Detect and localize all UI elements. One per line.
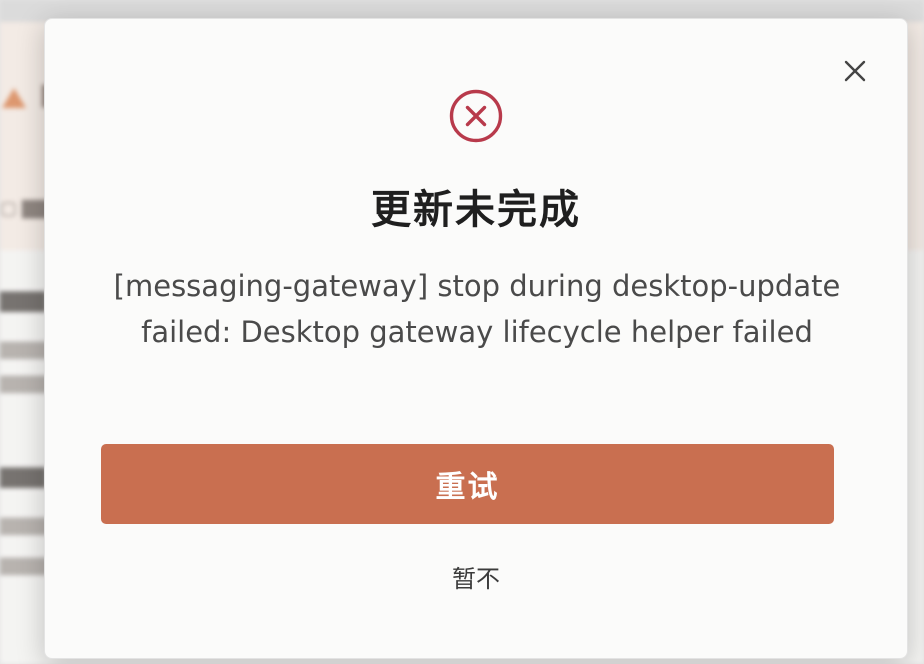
close-icon: [844, 60, 866, 82]
update-error-dialog: 更新未完成 [messaging-gateway] stop during de…: [44, 18, 908, 659]
error-message: [messaging-gateway] stop during desktop-…: [113, 269, 841, 349]
dialog-title: 更新未完成: [371, 187, 581, 233]
not-now-button[interactable]: 暂不: [45, 559, 907, 594]
retry-button[interactable]: 重试: [101, 444, 834, 524]
error-circle-x-icon: [449, 89, 503, 143]
close-button[interactable]: [841, 57, 869, 85]
